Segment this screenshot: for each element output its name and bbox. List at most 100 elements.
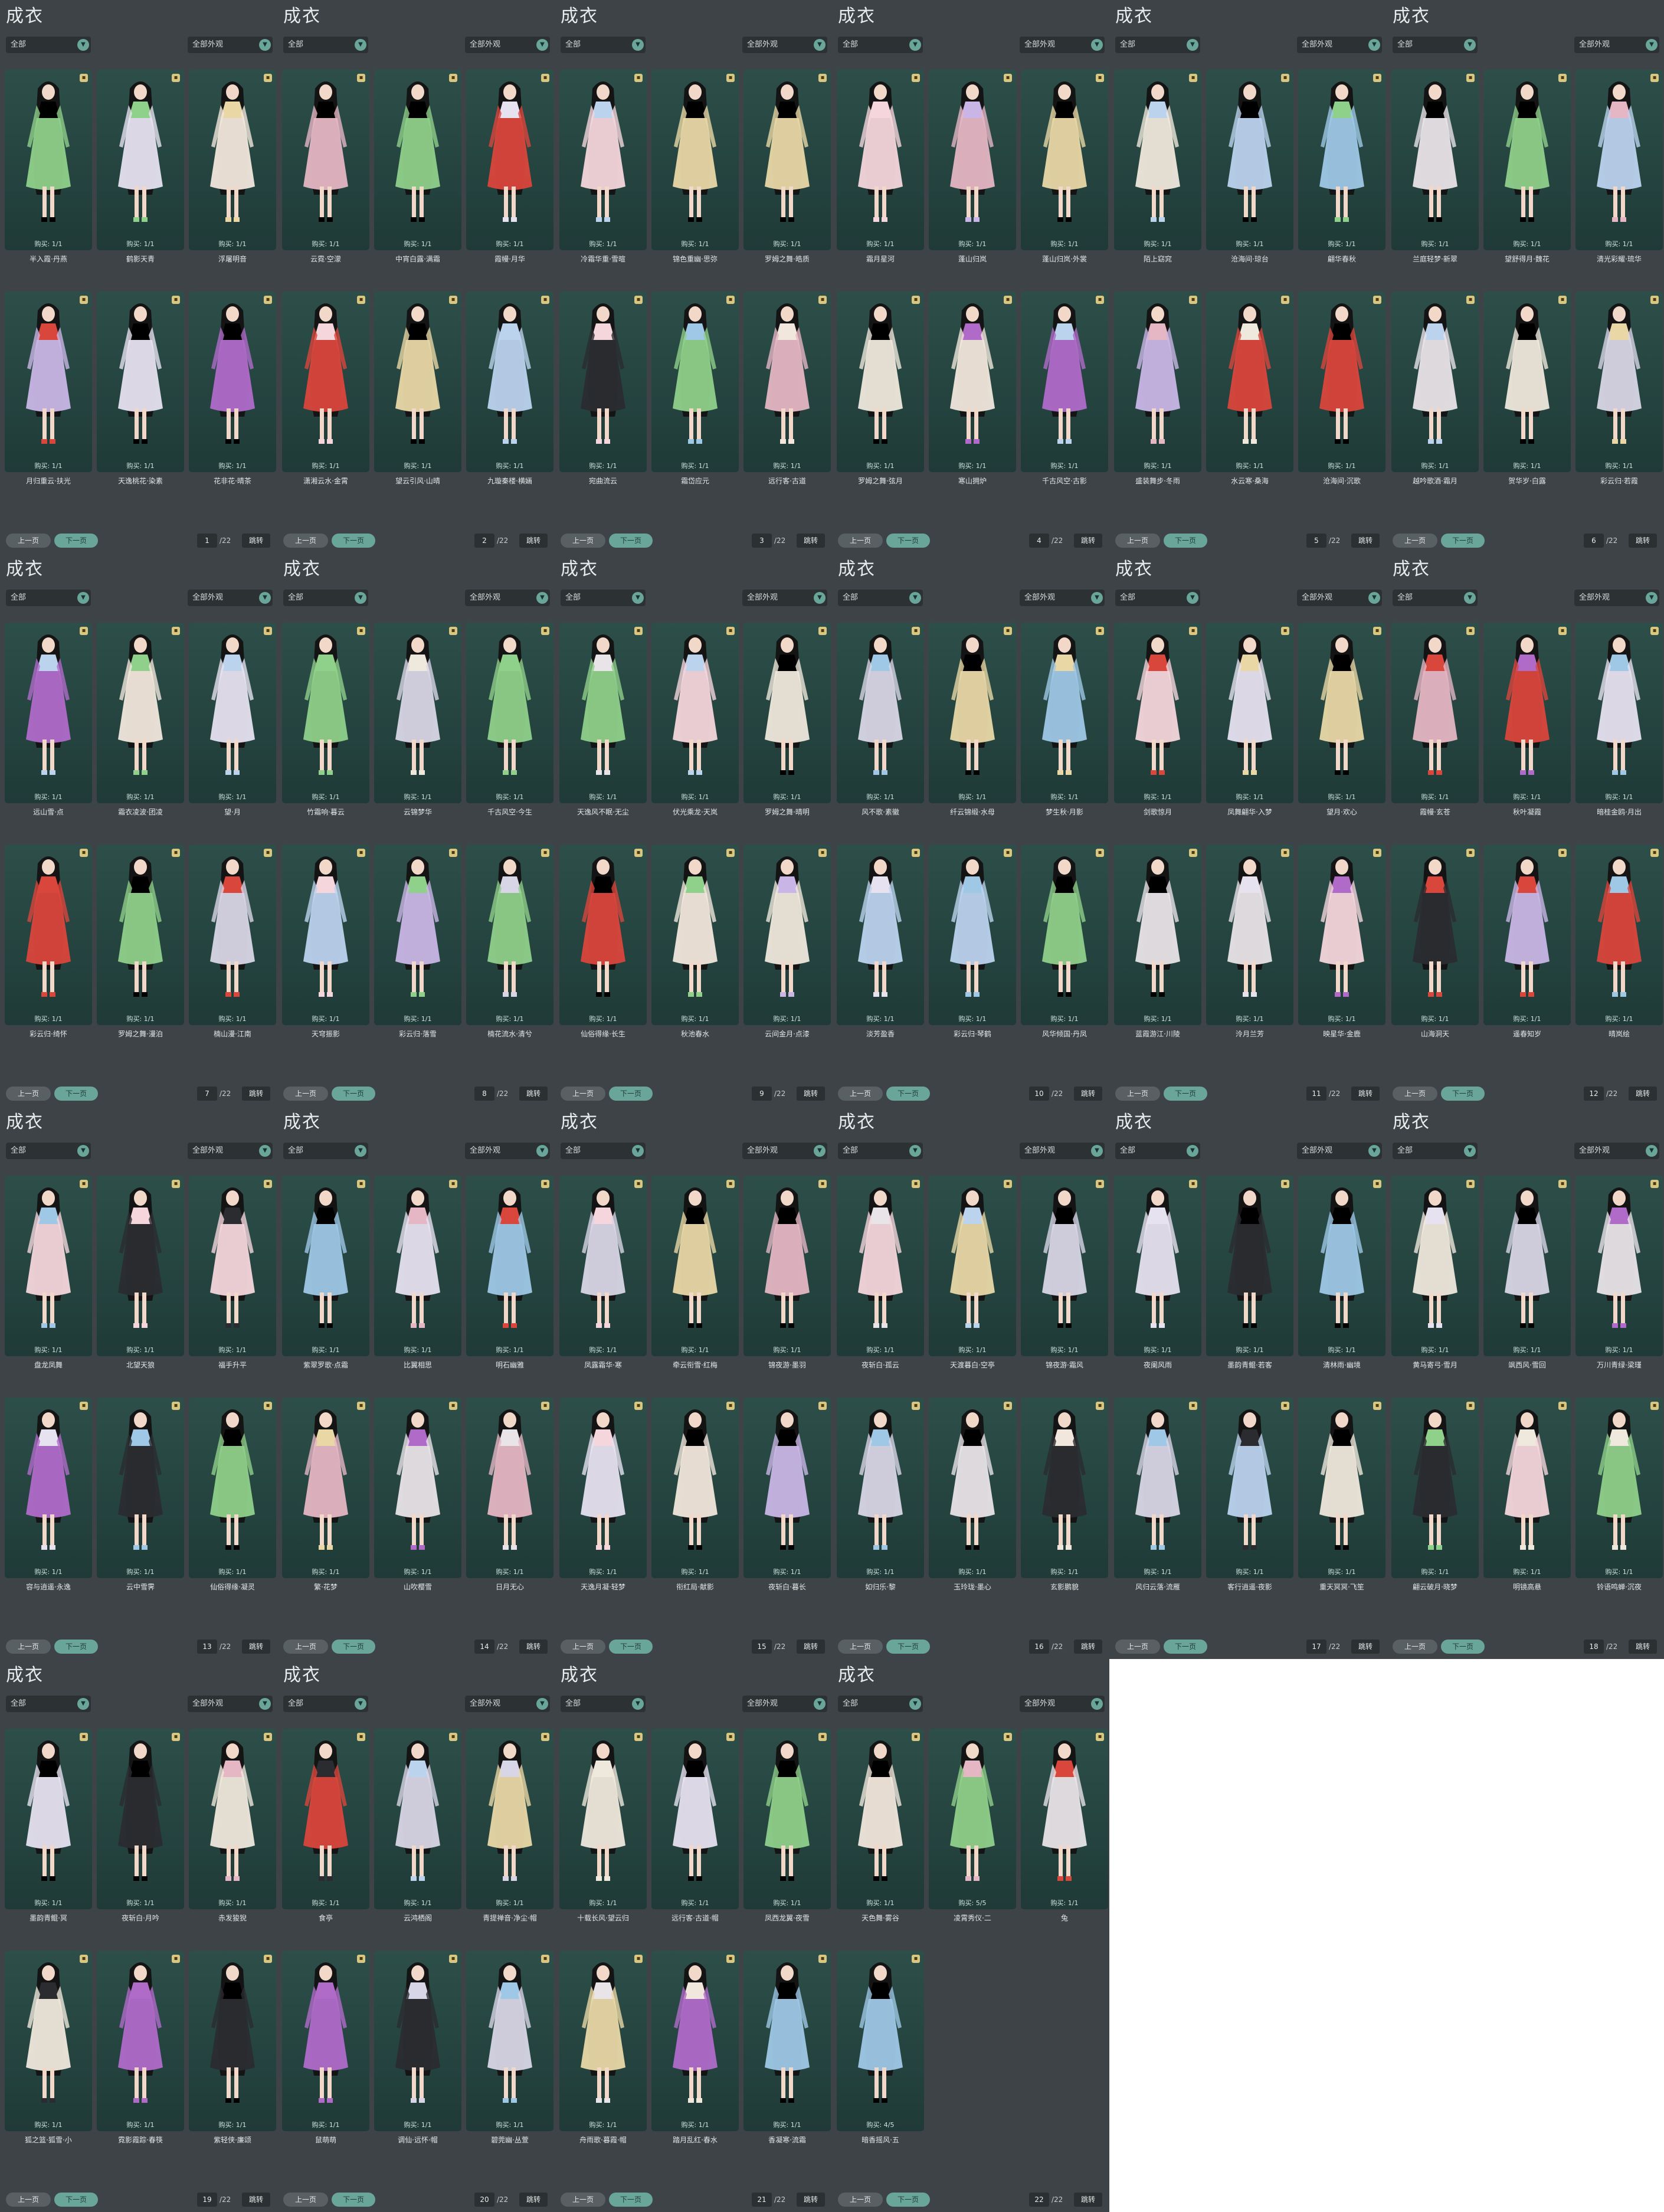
outfit-card[interactable]: ▪ 购买: 1/1 (1483, 70, 1571, 250)
jump-button[interactable]: 跳转 (242, 534, 270, 548)
outfit-card[interactable]: ▪ 购买: 1/1 (1114, 70, 1201, 250)
outfit-card[interactable]: ▪ 购买: 1/1 (743, 1729, 831, 1909)
outfit-card[interactable]: ▪ 购买: 1/1 (743, 1951, 831, 2131)
outfit-card[interactable]: ▪ 购买: 1/1 (1206, 1176, 1293, 1356)
outfit-card[interactable]: ▪ 购买: 1/1 (929, 1176, 1016, 1356)
outfit-card[interactable]: ▪ 购买: 1/1 (837, 845, 924, 1025)
jump-button[interactable]: 跳转 (519, 1640, 548, 1654)
outfit-card[interactable]: ▪ 购买: 1/1 (929, 623, 1016, 803)
category-filter-dropdown[interactable]: 全部 ▼ (561, 37, 646, 53)
category-filter-dropdown[interactable]: 全部 ▼ (1393, 590, 1478, 606)
outfit-card[interactable]: ▪ 购买: 1/1 (1391, 70, 1479, 250)
jump-button[interactable]: 跳转 (519, 2193, 548, 2207)
outfit-card[interactable]: ▪ 购买: 1/1 (5, 845, 92, 1025)
prev-page-button[interactable]: 上一页 (6, 2193, 51, 2207)
appearance-filter-dropdown[interactable]: 全部外观 ▼ (1020, 1696, 1105, 1712)
category-filter-dropdown[interactable]: 全部 ▼ (838, 1696, 923, 1712)
outfit-card[interactable]: ▪ 购买: 1/1 (1483, 845, 1571, 1025)
next-page-button[interactable]: 下一页 (609, 2193, 653, 2207)
outfit-card[interactable]: ▪ 购买: 1/1 (1298, 845, 1385, 1025)
outfit-card[interactable]: ▪ 购买: 1/1 (189, 70, 276, 250)
outfit-card[interactable]: ▪ 购买: 1/1 (837, 292, 924, 472)
outfit-card[interactable]: ▪ 购买: 1/1 (929, 70, 1016, 250)
prev-page-button[interactable]: 上一页 (283, 1640, 328, 1654)
outfit-card[interactable]: ▪ 购买: 1/1 (466, 1729, 553, 1909)
outfit-card[interactable]: ▪ 购买: 1/1 (374, 623, 461, 803)
outfit-card[interactable]: ▪ 购买: 1/1 (97, 845, 184, 1025)
outfit-card[interactable]: ▪ 购买: 1/1 (651, 623, 739, 803)
next-page-button[interactable]: 下一页 (54, 1640, 98, 1654)
jump-button[interactable]: 跳转 (1351, 1640, 1380, 1654)
outfit-card[interactable]: ▪ 购买: 1/1 (282, 1398, 369, 1578)
outfit-card[interactable]: ▪ 购买: 1/1 (559, 1729, 647, 1909)
jump-button[interactable]: 跳转 (1074, 1087, 1102, 1101)
page-number-input[interactable]: 17 (1306, 1640, 1326, 1654)
outfit-card[interactable]: ▪ 购买: 1/1 (374, 1951, 461, 2131)
outfit-card[interactable]: ▪ 购买: 1/1 (1298, 70, 1385, 250)
prev-page-button[interactable]: 上一页 (6, 534, 51, 548)
appearance-filter-dropdown[interactable]: 全部外观 ▼ (188, 37, 273, 53)
outfit-card[interactable]: ▪ 购买: 1/1 (1575, 1176, 1663, 1356)
category-filter-dropdown[interactable]: 全部 ▼ (283, 590, 368, 606)
page-number-input[interactable]: 8 (474, 1087, 494, 1101)
outfit-card[interactable]: ▪ 购买: 1/1 (466, 1176, 553, 1356)
outfit-card[interactable]: ▪ 购买: 1/1 (374, 70, 461, 250)
next-page-button[interactable]: 下一页 (54, 534, 98, 548)
prev-page-button[interactable]: 上一页 (1115, 1087, 1160, 1101)
jump-button[interactable]: 跳转 (1629, 1087, 1657, 1101)
outfit-card[interactable]: ▪ 购买: 1/1 (5, 70, 92, 250)
page-number-input[interactable]: 12 (1584, 1087, 1604, 1101)
outfit-card[interactable]: ▪ 购买: 1/1 (1575, 1398, 1663, 1578)
category-filter-dropdown[interactable]: 全部 ▼ (561, 1696, 646, 1712)
outfit-card[interactable]: ▪ 购买: 1/1 (1021, 1176, 1108, 1356)
category-filter-dropdown[interactable]: 全部 ▼ (1393, 37, 1478, 53)
outfit-card[interactable]: ▪ 购买: 1/1 (466, 292, 553, 472)
appearance-filter-dropdown[interactable]: 全部外观 ▼ (1297, 37, 1382, 53)
prev-page-button[interactable]: 上一页 (561, 1640, 605, 1654)
appearance-filter-dropdown[interactable]: 全部外观 ▼ (1297, 1143, 1382, 1159)
jump-button[interactable]: 跳转 (242, 2193, 270, 2207)
page-number-input[interactable]: 14 (474, 1640, 494, 1654)
prev-page-button[interactable]: 上一页 (838, 534, 883, 548)
outfit-card[interactable]: ▪ 购买: 1/1 (189, 292, 276, 472)
outfit-card[interactable]: ▪ 购买: 1/1 (651, 70, 739, 250)
jump-button[interactable]: 跳转 (1351, 1087, 1380, 1101)
outfit-card[interactable]: ▪ 购买: 1/1 (1298, 1398, 1385, 1578)
outfit-card[interactable]: ▪ 购买: 1/1 (837, 1176, 924, 1356)
next-page-button[interactable]: 下一页 (1441, 1640, 1485, 1654)
category-filter-dropdown[interactable]: 全部 ▼ (283, 1143, 368, 1159)
outfit-card[interactable]: ▪ 购买: 1/1 (374, 1398, 461, 1578)
outfit-card[interactable]: ▪ 购买: 1/1 (743, 1176, 831, 1356)
appearance-filter-dropdown[interactable]: 全部外观 ▼ (1574, 37, 1659, 53)
page-number-input[interactable]: 18 (1584, 1640, 1604, 1654)
outfit-card[interactable]: ▪ 购买: 1/1 (1298, 292, 1385, 472)
category-filter-dropdown[interactable]: 全部 ▼ (1115, 1143, 1200, 1159)
category-filter-dropdown[interactable]: 全部 ▼ (561, 1143, 646, 1159)
page-number-input[interactable]: 7 (197, 1087, 217, 1101)
category-filter-dropdown[interactable]: 全部 ▼ (6, 1696, 91, 1712)
appearance-filter-dropdown[interactable]: 全部外观 ▼ (1297, 590, 1382, 606)
category-filter-dropdown[interactable]: 全部 ▼ (6, 37, 91, 53)
outfit-card[interactable]: ▪ 购买: 1/1 (1114, 292, 1201, 472)
outfit-card[interactable]: ▪ 购买: 1/1 (559, 70, 647, 250)
outfit-card[interactable]: ▪ 购买: 1/1 (5, 1398, 92, 1578)
outfit-card[interactable]: ▪ 购买: 1/1 (282, 1729, 369, 1909)
outfit-card[interactable]: ▪ 购买: 1/1 (1575, 70, 1663, 250)
outfit-card[interactable]: ▪ 购买: 1/1 (743, 623, 831, 803)
page-number-input[interactable]: 15 (752, 1640, 772, 1654)
outfit-card[interactable]: ▪ 购买: 1/1 (1483, 1398, 1571, 1578)
outfit-card[interactable]: ▪ 购买: 1/1 (97, 1729, 184, 1909)
outfit-card[interactable]: ▪ 购买: 1/1 (97, 623, 184, 803)
outfit-card[interactable]: ▪ 购买: 1/1 (1021, 1729, 1108, 1909)
next-page-button[interactable]: 下一页 (609, 1640, 653, 1654)
appearance-filter-dropdown[interactable]: 全部外观 ▼ (1574, 590, 1659, 606)
next-page-button[interactable]: 下一页 (609, 534, 653, 548)
appearance-filter-dropdown[interactable]: 全部外观 ▼ (1020, 37, 1105, 53)
jump-button[interactable]: 跳转 (797, 1087, 825, 1101)
outfit-card[interactable]: ▪ 购买: 1/1 (1298, 1176, 1385, 1356)
outfit-card[interactable]: ▪ 购买: 1/1 (97, 1176, 184, 1356)
next-page-button[interactable]: 下一页 (1164, 1640, 1207, 1654)
prev-page-button[interactable]: 上一页 (561, 2193, 605, 2207)
outfit-card[interactable]: ▪ 购买: 1/1 (651, 292, 739, 472)
outfit-card[interactable]: ▪ 购买: 1/1 (1391, 1398, 1479, 1578)
